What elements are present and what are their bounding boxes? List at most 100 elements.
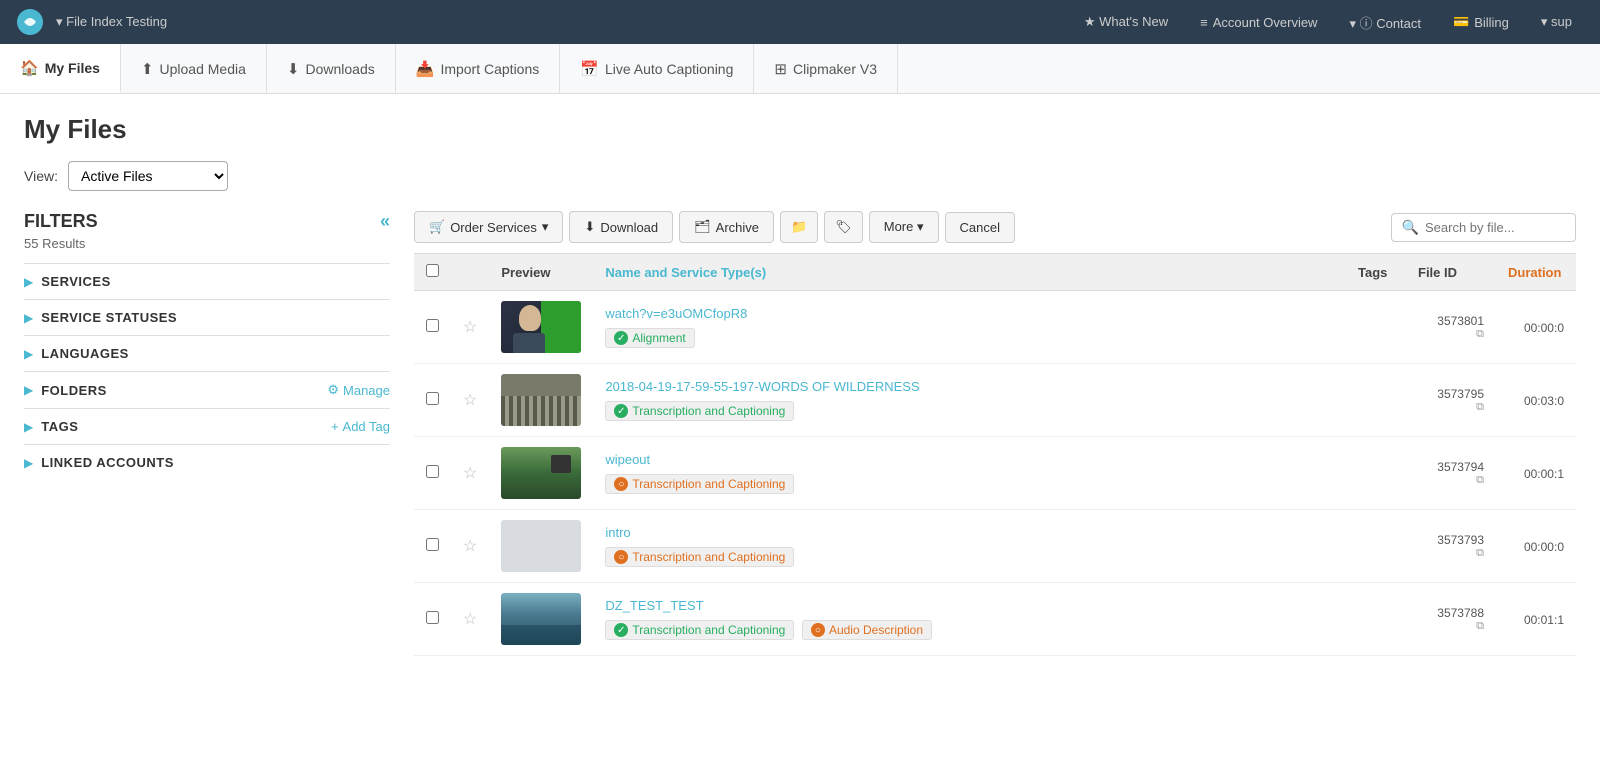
copy-icon[interactable]: ⧉ [1418, 547, 1484, 560]
copy-icon[interactable]: ⧉ [1418, 401, 1484, 414]
cart-icon: 🛒 [429, 219, 445, 235]
files-table: Preview Name and Service Type(s) Tags Fi… [414, 253, 1576, 656]
row-checkbox[interactable] [426, 319, 439, 332]
filter-statuses-label: SERVICE STATUSES [41, 310, 177, 325]
favorite-star[interactable]: ☆ [463, 611, 477, 628]
select-all-checkbox[interactable] [426, 264, 439, 277]
file-duration: 00:03:0 [1524, 394, 1564, 408]
whats-new-link[interactable]: ★ What's New [1072, 14, 1180, 30]
service-badge-audio: ○ Audio Description [802, 620, 932, 640]
row-checkbox[interactable] [426, 538, 439, 551]
file-thumbnail [501, 520, 581, 572]
filter-section-linked-accounts[interactable]: ▶ LINKED ACCOUNTS [24, 444, 390, 480]
download-button[interactable]: ⬇ Download [569, 211, 673, 243]
file-duration: 00:00:0 [1524, 321, 1564, 335]
service-badge: ○ Transcription and Captioning [605, 474, 794, 494]
nav-my-files[interactable]: 🏠 My Files [0, 44, 121, 93]
file-name-link[interactable]: 2018-04-19-17-59-55-197-WORDS OF WILDERN… [605, 379, 1334, 394]
view-select[interactable]: Active Files Archived Files All Files [68, 161, 228, 191]
home-icon: 🏠 [20, 59, 39, 77]
billing-link[interactable]: 💳 Billing [1441, 14, 1521, 30]
cancel-button[interactable]: Cancel [945, 212, 1015, 243]
filter-section-folders[interactable]: ▶ FOLDERS ⚙ Manage [24, 371, 390, 408]
file-name-link[interactable]: watch?v=e3uOMCfopR8 [605, 306, 1334, 321]
support-link[interactable]: ▾ sup [1529, 14, 1584, 30]
filters-collapse-button[interactable]: « [380, 211, 390, 232]
download-icon: ⬇ [287, 60, 300, 78]
gear-icon: ⚙ [327, 382, 339, 398]
content-area: 🛒 Order Services ▾ ⬇ Download 🗂 Archive … [414, 211, 1576, 656]
filter-section-languages[interactable]: ▶ LANGUAGES [24, 335, 390, 371]
copy-icon[interactable]: ⧉ [1418, 328, 1484, 341]
col-header-tags: Tags [1346, 254, 1406, 291]
status-dot-orange: ○ [811, 623, 825, 637]
project-selector[interactable]: ▾ File Index Testing [56, 14, 167, 30]
filter-section-tags[interactable]: ▶ TAGS + Add Tag [24, 408, 390, 444]
more-button[interactable]: More ▾ [869, 211, 939, 243]
row-checkbox[interactable] [426, 465, 439, 478]
filter-languages-label: LANGUAGES [41, 346, 129, 361]
billing-icon: 💳 [1453, 14, 1469, 30]
tag-icon: 🏷 [835, 219, 852, 235]
filter-linked-accounts-label: LINKED ACCOUNTS [41, 455, 174, 470]
filters-count: 55 Results [24, 236, 390, 251]
nav-upload-media[interactable]: ⬆ Upload Media [121, 44, 267, 93]
favorite-star[interactable]: ☆ [463, 319, 477, 336]
copy-icon[interactable]: ⧉ [1418, 620, 1484, 633]
filter-section-services[interactable]: ▶ SERVICES [24, 263, 390, 299]
search-input[interactable] [1425, 220, 1565, 235]
chevron-right-icon: ▶ [24, 383, 33, 397]
manage-folders-button[interactable]: ⚙ Manage [327, 382, 390, 398]
main-layout: FILTERS « 55 Results ▶ SERVICES ▶ SERVIC… [24, 211, 1576, 656]
folder-icon: 📁 [791, 219, 807, 235]
row-checkbox[interactable] [426, 392, 439, 405]
contact-link[interactable]: ▾ ⓘ Contact [1337, 13, 1433, 32]
page-content: My Files View: Active Files Archived Fil… [0, 94, 1600, 656]
archive-icon: 🗂 [694, 219, 711, 235]
table-row: ☆ 2018-04-19-17-59-55-197-WORDS OF WILDE… [414, 364, 1576, 437]
account-overview-link[interactable]: ≡ Account Overview [1188, 15, 1329, 30]
service-badge: ○ Transcription and Captioning [605, 547, 794, 567]
favorite-star[interactable]: ☆ [463, 538, 477, 555]
table-header-row: Preview Name and Service Type(s) Tags Fi… [414, 254, 1576, 291]
tag-button[interactable]: 🏷 [824, 211, 863, 243]
logo[interactable] [16, 8, 44, 36]
archive-button[interactable]: 🗂 Archive [679, 211, 774, 243]
service-badge: ✓ Transcription and Captioning [605, 620, 794, 640]
status-dot-green: ✓ [614, 331, 628, 345]
table-row: ☆ watch?v=e3uOMCfopR8 ✓ Alignment [414, 291, 1576, 364]
service-badge: ✓ Alignment [605, 328, 694, 348]
calendar-icon: 📅 [580, 60, 599, 78]
row-checkbox[interactable] [426, 611, 439, 624]
status-dot-green: ✓ [614, 623, 628, 637]
clipmaker-icon: ⊞ [774, 60, 787, 78]
upload-icon: ⬆ [141, 60, 154, 78]
order-services-button[interactable]: 🛒 Order Services ▾ [414, 211, 563, 243]
top-navigation: ▾ File Index Testing ★ What's New ≡ Acco… [0, 0, 1600, 44]
nav-import-captions[interactable]: 📥 Import Captions [396, 44, 561, 93]
nav-live-auto-captioning[interactable]: 📅 Live Auto Captioning [560, 44, 754, 93]
favorite-star[interactable]: ☆ [463, 392, 477, 409]
favorite-star[interactable]: ☆ [463, 465, 477, 482]
add-tag-button[interactable]: + Add Tag [331, 419, 390, 434]
status-dot-orange: ○ [614, 477, 628, 491]
status-dot-orange: ○ [614, 550, 628, 564]
file-name-link[interactable]: DZ_TEST_TEST [605, 598, 1334, 613]
filter-section-service-statuses[interactable]: ▶ SERVICE STATUSES [24, 299, 390, 335]
view-label: View: [24, 168, 58, 184]
file-name-link[interactable]: wipeout [605, 452, 1334, 467]
col-header-check [414, 254, 451, 291]
filter-services-label: SERVICES [41, 274, 111, 289]
chevron-right-icon: ▶ [24, 275, 33, 289]
file-name-link[interactable]: intro [605, 525, 1334, 540]
nav-clipmaker-v3[interactable]: ⊞ Clipmaker V3 [754, 44, 898, 93]
file-duration: 00:01:1 [1524, 613, 1564, 627]
file-thumbnail [501, 593, 581, 645]
filter-folders-label: FOLDERS [41, 383, 107, 398]
account-overview-icon: ≡ [1200, 15, 1208, 30]
folder-button[interactable]: 📁 [780, 211, 818, 243]
col-header-preview: Preview [489, 254, 593, 291]
copy-icon[interactable]: ⧉ [1418, 474, 1484, 487]
main-navigation: 🏠 My Files ⬆ Upload Media ⬇ Downloads 📥 … [0, 44, 1600, 94]
nav-downloads[interactable]: ⬇ Downloads [267, 44, 396, 93]
